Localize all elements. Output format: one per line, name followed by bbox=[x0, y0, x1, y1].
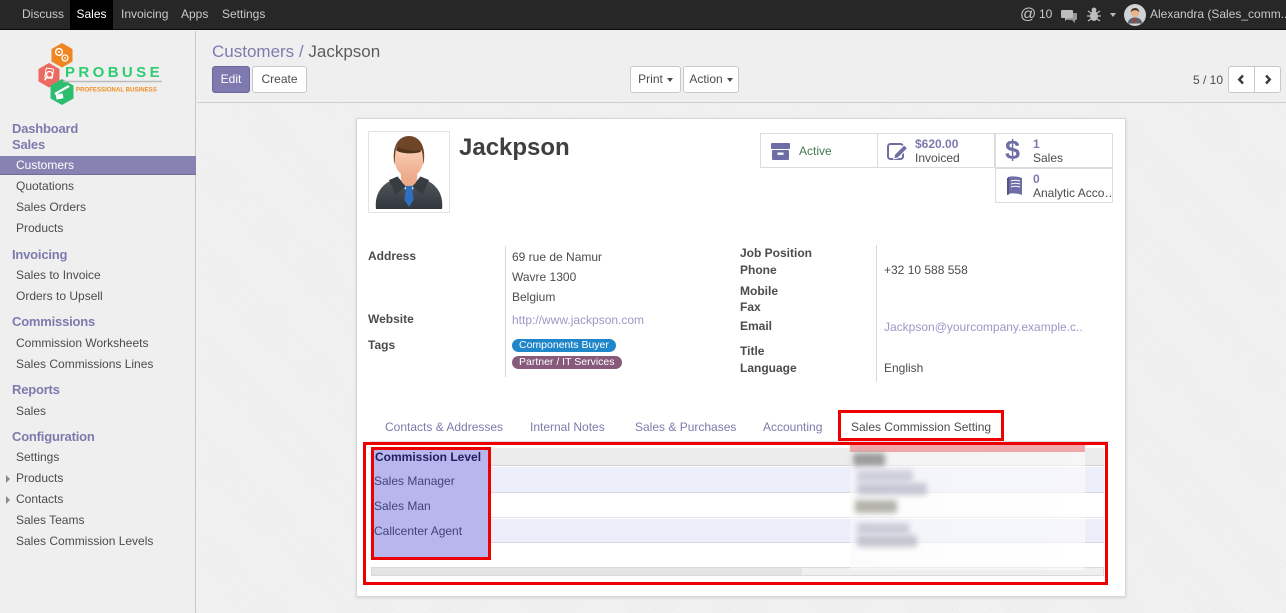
svg-text:PROBUSE: PROBUSE bbox=[65, 64, 163, 81]
svg-text:PROFESSIONAL BUSINESS: PROFESSIONAL BUSINESS bbox=[76, 87, 157, 94]
